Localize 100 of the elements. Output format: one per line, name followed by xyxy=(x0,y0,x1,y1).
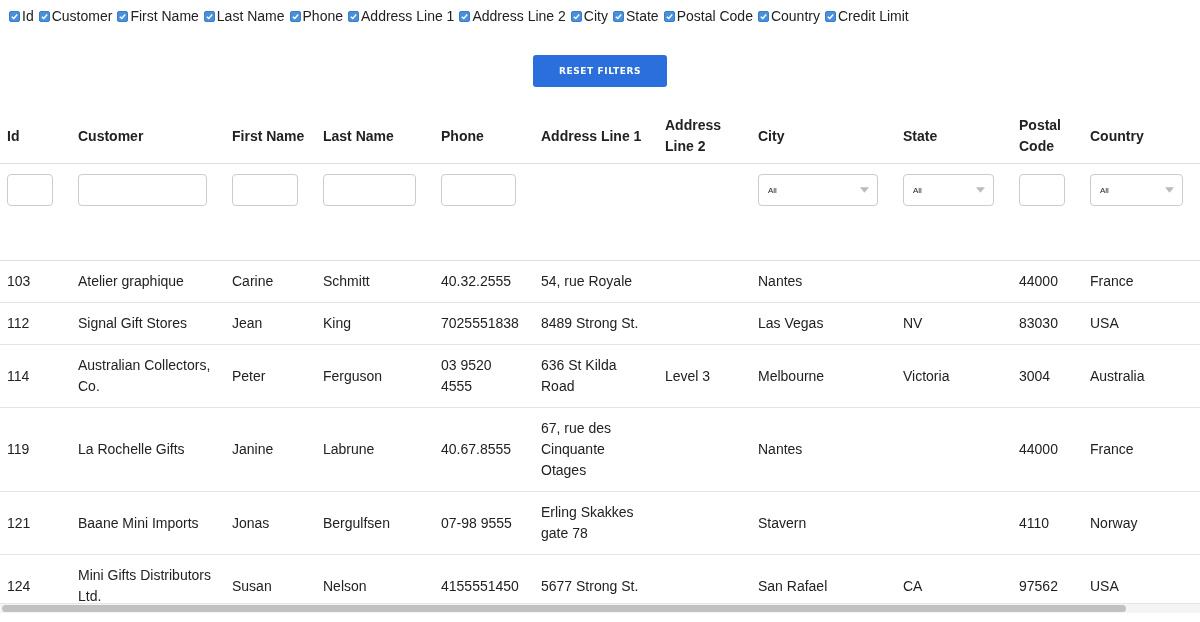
table-cell-text: 4110 xyxy=(1019,513,1051,533)
table-cell-text: 44000 xyxy=(1019,440,1059,459)
table-cell-text: Mini Gifts Distributors Ltd. xyxy=(78,566,213,603)
checkbox[interactable] xyxy=(203,10,215,22)
checkbox-label: Address Line 1 xyxy=(361,8,455,24)
table-cell-text: 8489 Strong St. xyxy=(541,314,640,333)
table-cell-text: 636 St Kilda Road xyxy=(541,356,618,396)
filter-field[interactable] xyxy=(232,174,298,206)
table-cell-text: NV xyxy=(903,314,924,333)
table-cell-text: 121 xyxy=(7,513,32,533)
checkbox[interactable] xyxy=(824,10,836,22)
filter-field[interactable] xyxy=(323,174,416,206)
table-cell-text: Level 3 xyxy=(665,366,712,386)
checkbox-label: Id xyxy=(22,8,34,24)
table-cell-text: Erling Skakkes gate 78 xyxy=(541,503,635,543)
table-cell-text: 40.67.8555 xyxy=(441,440,513,459)
checkbox[interactable] xyxy=(757,10,769,22)
table-cell-text: La Rochelle Gifts xyxy=(78,440,186,459)
table-cell-text: Stavern xyxy=(758,513,808,533)
reset-filters-button[interactable]: RESET FILTERS xyxy=(533,55,667,87)
column-header[interactable]: Country xyxy=(1090,125,1191,147)
table-cell-text: Bergulfsen xyxy=(323,513,391,533)
table-cell-text: 03 9520 4555 xyxy=(441,356,493,396)
table-cell-text: USA xyxy=(1090,576,1120,596)
table-cell-text: Australian Collectors, Co. xyxy=(78,356,212,396)
table-cell-text: Jonas xyxy=(232,513,271,533)
checkbox-label: Postal Code xyxy=(676,8,753,24)
table-cell-text: France xyxy=(1090,440,1135,459)
horizontal-scrollbar[interactable] xyxy=(0,603,1200,613)
checkbox[interactable] xyxy=(459,10,471,22)
filter-dropdown[interactable]: All xyxy=(903,174,994,206)
table-cell-text: 114 xyxy=(7,366,31,386)
table-cell-text: 103 xyxy=(7,272,32,291)
checkbox[interactable] xyxy=(348,10,359,22)
table-cell-text: Las Vegas xyxy=(758,314,825,333)
table-cell-text: 7025551838 xyxy=(441,314,520,333)
checkbox[interactable] xyxy=(289,10,301,22)
checkbox-label: Address Line 2 xyxy=(472,8,566,24)
column-header[interactable]: Phone xyxy=(441,125,524,147)
checkbox-label: State xyxy=(625,8,659,24)
table-cell-text: Nelson xyxy=(323,576,368,596)
filter-field[interactable] xyxy=(441,174,516,206)
table-cell-text: CA xyxy=(903,576,924,596)
caret-icon xyxy=(860,187,869,193)
column-header[interactable]: State xyxy=(903,125,1002,147)
filter-dropdown[interactable]: All xyxy=(758,174,878,206)
filter-field[interactable] xyxy=(7,174,53,206)
table-cell-text: 5677 Strong St. xyxy=(541,576,640,596)
table-cell-text: 112 xyxy=(7,314,31,333)
table-cell-text: Melbourne xyxy=(758,366,826,386)
table-cell-text: Nantes xyxy=(758,272,804,291)
table-cell-text: Peter xyxy=(232,366,267,386)
table-cell-text: Labrune xyxy=(323,440,376,459)
table-cell-text: Signal Gift Stores xyxy=(78,314,188,333)
filter-field[interactable] xyxy=(1019,174,1065,206)
column-header[interactable]: Postal Code xyxy=(1019,115,1073,157)
table-cell-text: Baane Mini Imports xyxy=(78,513,200,533)
column-header[interactable]: Last Name xyxy=(323,125,424,147)
table-cell-text: USA xyxy=(1090,314,1120,333)
table-cell-text: Janine xyxy=(232,440,275,459)
checkbox[interactable] xyxy=(9,10,20,22)
checkbox-label: Phone xyxy=(302,8,343,24)
column-header[interactable]: Id xyxy=(7,125,61,147)
caret-icon xyxy=(1165,187,1174,193)
table-cell-text: 124 xyxy=(7,576,32,596)
table-cell-text: 97562 xyxy=(1019,576,1059,596)
column-header[interactable]: Customer xyxy=(78,125,215,147)
table-cell-text: 40.32.2555 xyxy=(441,272,513,291)
checkbox-label: Customer xyxy=(51,8,113,24)
table-cell-text: Susan xyxy=(232,576,273,596)
table-cell-text: Carine xyxy=(232,272,275,291)
table-cell-text: 54, rue Royale xyxy=(541,272,634,291)
table-cell-text: 07-98 9555 xyxy=(441,513,513,533)
column-header[interactable]: Address Line 2 xyxy=(665,115,741,157)
table-cell-text: France xyxy=(1090,272,1135,291)
checkbox[interactable] xyxy=(117,10,129,22)
table-cell-text: Australia xyxy=(1090,366,1146,386)
column-header[interactable]: Address Line 1 xyxy=(541,125,648,147)
table-cell-text: 3004 xyxy=(1019,366,1052,386)
checkbox[interactable] xyxy=(612,10,624,22)
table-cell-text: 83030 xyxy=(1019,314,1059,333)
checkbox[interactable] xyxy=(663,10,675,22)
table-cell-text: 44000 xyxy=(1019,272,1059,291)
checkbox[interactable] xyxy=(570,10,582,22)
caret-icon xyxy=(976,187,985,193)
checkbox-label: Last Name xyxy=(216,8,285,24)
table-cell-text: Atelier graphique xyxy=(78,272,185,291)
table-cell-text: 119 xyxy=(7,440,31,459)
table-cell-text: 67, rue des Cinquante Otages xyxy=(541,419,613,480)
column-header[interactable]: City xyxy=(758,125,886,147)
table-cell-text: Nantes xyxy=(758,440,804,459)
table-cell-text: 4155551450 xyxy=(441,576,520,596)
filter-field[interactable] xyxy=(78,174,207,206)
filter-dropdown[interactable]: All xyxy=(1090,174,1183,206)
checkbox[interactable] xyxy=(38,10,50,22)
table-cell-text: Norway xyxy=(1090,513,1139,533)
table-cell-text: Ferguson xyxy=(323,366,384,386)
checkbox-label: First Name xyxy=(130,8,199,24)
column-header[interactable]: First Name xyxy=(232,125,306,147)
table-cell-text: San Rafael xyxy=(758,576,829,596)
